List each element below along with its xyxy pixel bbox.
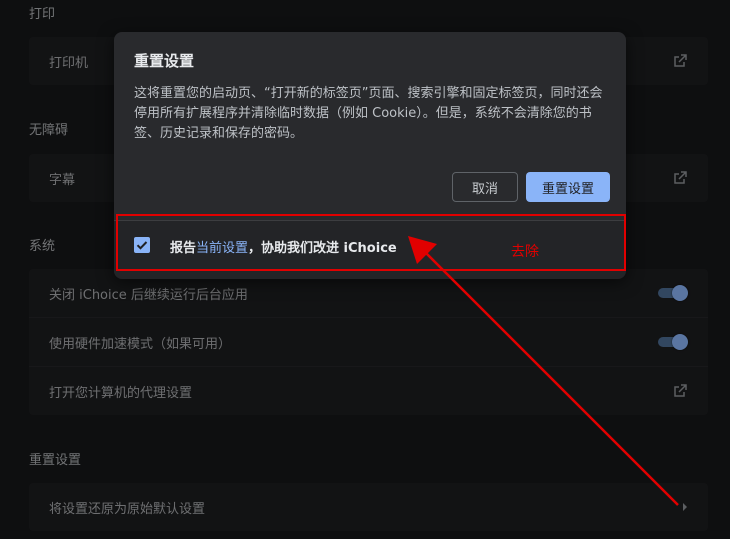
annotation-arrow-icon [408,236,679,506]
